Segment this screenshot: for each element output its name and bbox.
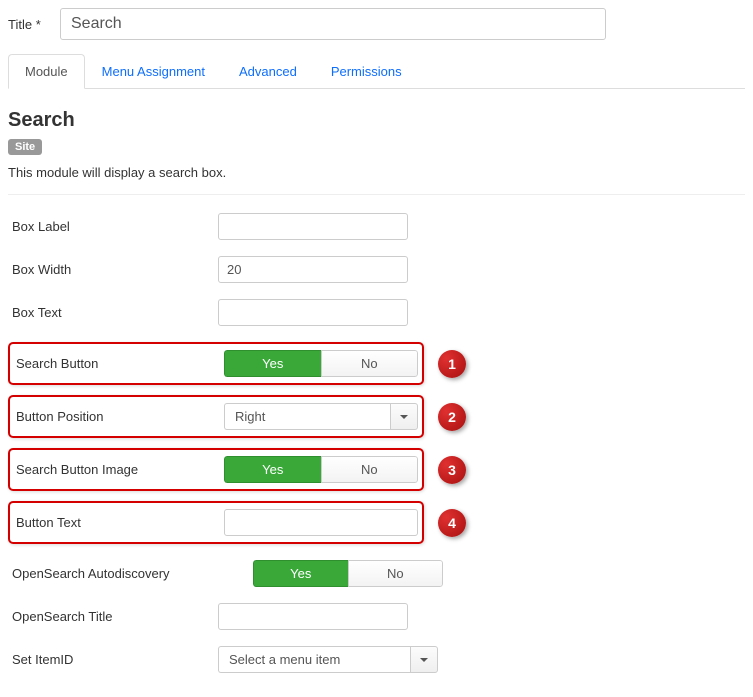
search-button-toggle: Yes No [224,350,418,377]
search-button-image-yes[interactable]: Yes [224,456,321,483]
field-box-text: Box Text [8,299,745,326]
search-button-no[interactable]: No [321,350,419,377]
callout-3: 3 [438,456,466,484]
callout-2: 2 [438,403,466,431]
opensearch-title-label: OpenSearch Title [8,609,218,624]
button-position-label: Button Position [14,409,224,424]
tabs-bar: Module Menu Assignment Advanced Permissi… [8,54,745,89]
highlight-button-position: Button Position Right 2 [8,395,424,438]
search-button-image-toggle: Yes No [224,456,418,483]
search-button-label: Search Button [14,356,224,371]
opensearch-auto-label: OpenSearch Autodiscovery [8,566,253,581]
title-row: Title * [8,8,745,40]
box-width-input[interactable] [218,256,408,283]
highlight-button-text: Button Text 4 [8,501,424,544]
opensearch-title-input[interactable] [218,603,408,630]
tab-advanced[interactable]: Advanced [222,54,314,89]
opensearch-auto-yes[interactable]: Yes [253,560,348,587]
title-label: Title * [8,17,48,32]
search-button-yes[interactable]: Yes [224,350,321,377]
opensearch-auto-toggle: Yes No [253,560,443,587]
field-set-itemid: Set ItemID Select a menu item [8,646,745,673]
opensearch-auto-no[interactable]: No [348,560,444,587]
module-heading: Search [8,109,745,132]
set-itemid-caret[interactable] [410,646,438,673]
field-box-width: Box Width [8,256,745,283]
button-text-input[interactable] [224,509,418,536]
field-opensearch-title: OpenSearch Title [8,603,745,630]
chevron-down-icon [400,415,408,419]
set-itemid-value: Select a menu item [218,646,410,673]
separator [8,194,745,195]
box-width-label: Box Width [8,262,218,277]
box-label-label: Box Label [8,219,218,234]
callout-1: 1 [438,350,466,378]
tab-permissions[interactable]: Permissions [314,54,419,89]
site-badge: Site [8,139,42,155]
chevron-down-icon [420,658,428,662]
button-text-label: Button Text [14,515,224,530]
search-button-image-label: Search Button Image [14,462,224,477]
module-description: This module will display a search box. [8,165,745,180]
box-text-label: Box Text [8,305,218,320]
box-label-input[interactable] [218,213,408,240]
title-input[interactable] [60,8,606,40]
tab-module[interactable]: Module [8,54,85,89]
field-box-label: Box Label [8,213,745,240]
callout-4: 4 [438,509,466,537]
highlight-search-button: Search Button Yes No 1 [8,342,424,385]
tab-menu-assignment[interactable]: Menu Assignment [85,54,222,89]
search-button-image-no[interactable]: No [321,456,419,483]
highlight-search-button-image: Search Button Image Yes No 3 [8,448,424,491]
set-itemid-select[interactable]: Select a menu item [218,646,438,673]
button-position-caret[interactable] [390,403,418,430]
field-opensearch-autodiscovery: OpenSearch Autodiscovery Yes No [8,560,745,587]
button-position-select[interactable]: Right [224,403,418,430]
button-position-value: Right [224,403,390,430]
box-text-input[interactable] [218,299,408,326]
set-itemid-label: Set ItemID [8,652,218,667]
